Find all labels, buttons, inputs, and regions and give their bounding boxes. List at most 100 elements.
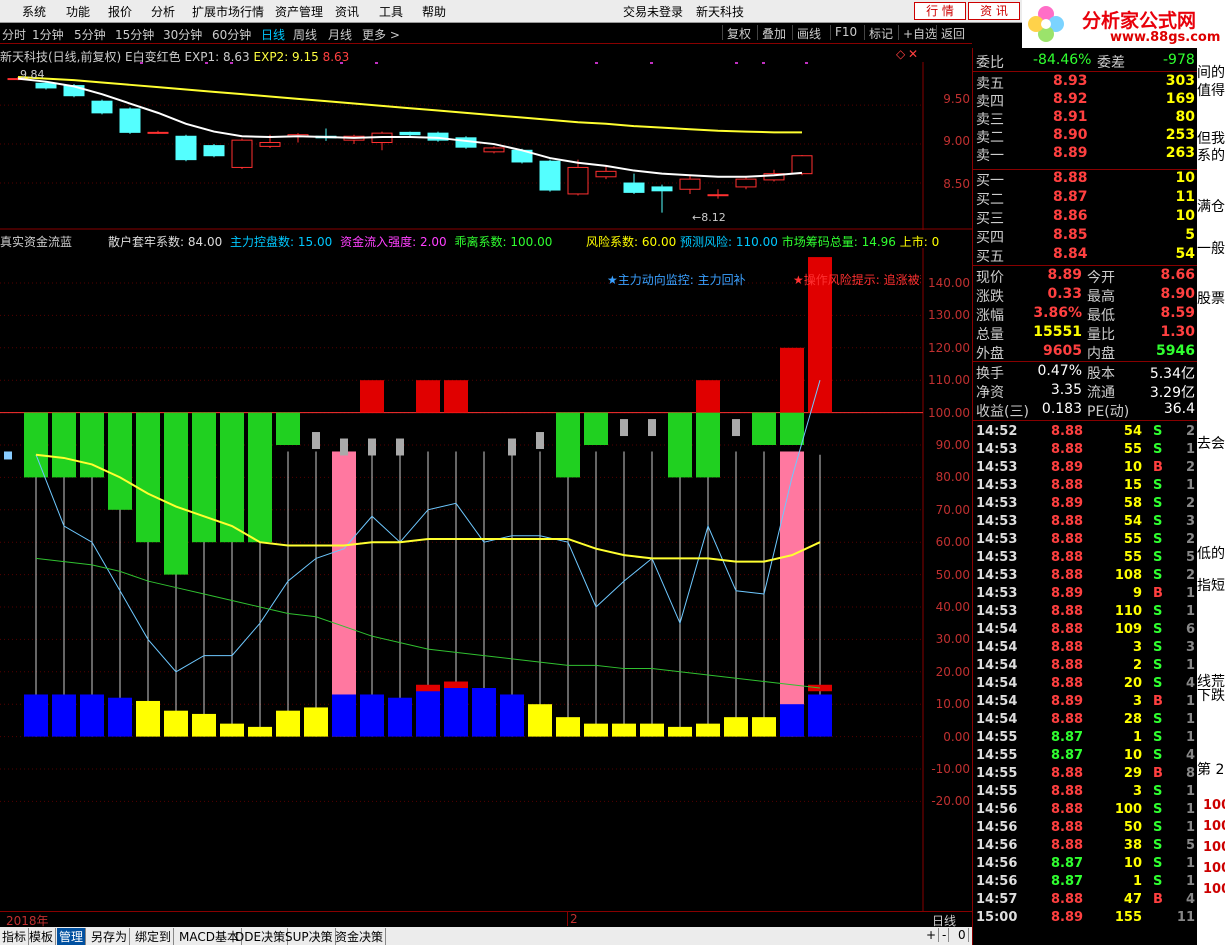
tab-bind-to[interactable]: 绑定到 <box>133 928 175 945</box>
news-button[interactable]: 资 讯 <box>968 2 1020 20</box>
tick-time: 14:53 <box>976 532 1018 547</box>
tab-intraday[interactable]: 分时 <box>2 26 26 43</box>
ask-row[interactable]: 卖三 8.91 80 <box>973 109 1198 128</box>
tick-volume: 28 <box>1123 712 1142 727</box>
fin-label: 收益(三) <box>976 404 1029 420</box>
gray-stub <box>648 419 656 437</box>
tick-row: 14:54 8.88 2 S 1 <box>973 658 1198 676</box>
tab-60min[interactable]: 60分钟 <box>212 26 251 43</box>
tab-sup[interactable]: SUP决策 <box>283 928 336 945</box>
zoom-in-button[interactable]: + <box>924 928 940 942</box>
indicator-ytick: 120.00 <box>928 340 970 355</box>
tab-monthly[interactable]: 月线 <box>328 26 352 43</box>
menu-analysis[interactable]: 分析 <box>151 3 175 20</box>
quote-label: 总量 <box>976 327 1004 343</box>
doc-number: 100 <box>1203 861 1225 876</box>
bid-row[interactable]: 买三 8.86 10 <box>973 208 1198 227</box>
tick-price: 8.88 <box>1051 514 1084 529</box>
ask-row[interactable]: 卖五 8.93 303 <box>973 73 1198 92</box>
menu-system[interactable]: 系统 <box>22 3 46 20</box>
volume-bar <box>220 723 244 737</box>
tab-1min[interactable]: 1分钟 <box>32 26 64 43</box>
zoom-out-button[interactable]: - <box>940 928 950 942</box>
reset-button[interactable]: 0 <box>956 928 969 942</box>
menu-tools[interactable]: 工具 <box>379 3 403 20</box>
volume-bar <box>724 717 748 737</box>
ask-row[interactable]: 卖二 8.90 253 <box>973 127 1198 146</box>
tab-manage[interactable]: 管理 <box>57 928 87 945</box>
tab-weekly[interactable]: 周线 <box>293 26 317 43</box>
tick-count: 1 <box>1185 478 1195 493</box>
bid-price: 8.84 <box>1053 246 1088 262</box>
close-icon[interactable]: ✕ <box>908 47 918 61</box>
menu-quote[interactable]: 报价 <box>108 3 132 20</box>
signal-mark <box>735 62 738 64</box>
volume-bar <box>668 726 692 737</box>
tick-time: 14:57 <box>976 892 1018 907</box>
ask-row[interactable]: 卖一 8.89 263 <box>973 145 1198 164</box>
bid-row[interactable]: 买四 8.85 5 <box>973 227 1198 246</box>
diamond-icon[interactable]: ◇ <box>896 47 905 61</box>
candle-body <box>119 108 141 133</box>
tab-30min[interactable]: 30分钟 <box>163 26 202 43</box>
signal-mark <box>140 62 143 64</box>
tab-save-as[interactable]: 另存为 <box>89 928 131 945</box>
tick-row: 14:55 8.88 29 B 8 <box>973 766 1198 784</box>
bid-volume: 10 <box>1175 208 1195 224</box>
menu-news[interactable]: 资讯 <box>335 3 359 20</box>
gray-stub <box>340 438 348 456</box>
tick-time: 14:53 <box>976 514 1018 529</box>
tick-time: 14:53 <box>976 604 1018 619</box>
volume-bar <box>612 723 636 737</box>
green-bar <box>52 412 76 478</box>
tab-indicator[interactable]: 指标 <box>0 928 30 945</box>
login-status: 交易未登录 <box>623 5 684 19</box>
menu-help[interactable]: 帮助 <box>422 3 446 20</box>
draw-line-button[interactable]: 画线 <box>792 25 825 41</box>
tab-15min[interactable]: 15分钟 <box>115 26 154 43</box>
add-favorite-button[interactable]: +自选 <box>898 25 941 41</box>
back-button[interactable]: 返回 <box>936 25 969 41</box>
tab-5min[interactable]: 5分钟 <box>74 26 106 43</box>
quote-value-2: 1.30 <box>1160 324 1195 340</box>
kline-ytick: 9.00 <box>943 134 970 148</box>
indicator-ytick: 90.00 <box>935 438 970 452</box>
fin-label-2: 股本 <box>1087 366 1115 382</box>
tick-time: 14:53 <box>976 442 1018 457</box>
tab-more[interactable]: 更多 > <box>362 26 400 43</box>
kline-ytick: 9.50 <box>943 92 970 106</box>
wei-label: 委比 <box>976 55 1004 71</box>
signal-mark <box>230 62 233 64</box>
f10-button[interactable]: F10 <box>830 25 861 40</box>
bid-level: 买二 <box>976 192 1004 208</box>
volume-bar <box>164 710 188 737</box>
tick-volume: 29 <box>1123 766 1142 781</box>
tab-dde[interactable]: DDE决策 <box>233 928 289 945</box>
bid-row[interactable]: 买二 8.87 11 <box>973 189 1198 208</box>
overlay-button[interactable]: 叠加 <box>757 25 790 41</box>
tab-fund[interactable]: 资金决策 <box>333 928 387 945</box>
volume-bar <box>304 707 328 737</box>
candle-body <box>707 194 729 197</box>
adjust-button[interactable]: 复权 <box>722 25 755 41</box>
tab-template[interactable]: 模板 <box>27 928 57 945</box>
quote-row: 外盘 9605 内盘 5946 <box>973 343 1198 362</box>
menu-asset-management[interactable]: 资产管理 <box>275 3 323 20</box>
tick-count: 1 <box>1185 730 1195 745</box>
market-button[interactable]: 行 情 <box>914 2 966 20</box>
tick-side: S <box>1153 568 1163 583</box>
tick-price: 8.87 <box>1051 730 1084 745</box>
bid-volume: 11 <box>1175 189 1195 205</box>
tab-daily[interactable]: 日线 <box>261 26 285 43</box>
tick-side: S <box>1153 514 1163 529</box>
doc-text: 下跌, <box>1197 688 1225 704</box>
ask-row[interactable]: 卖四 8.92 169 <box>973 91 1198 110</box>
tick-time: 14:56 <box>976 820 1018 835</box>
mark-button[interactable]: 标记 <box>864 25 897 41</box>
menu-bar: 系统 功能 报价 分析 扩展市场行情 资产管理 资讯 工具 帮助 交易未登录 新… <box>0 0 1225 48</box>
menu-function[interactable]: 功能 <box>66 3 90 20</box>
menu-extended-market[interactable]: 扩展市场行情 <box>192 3 264 20</box>
quote-value: 8.89 <box>1047 267 1082 283</box>
bid-row[interactable]: 买一 8.88 10 <box>973 170 1198 189</box>
bid-row[interactable]: 买五 8.84 54 <box>973 246 1198 265</box>
